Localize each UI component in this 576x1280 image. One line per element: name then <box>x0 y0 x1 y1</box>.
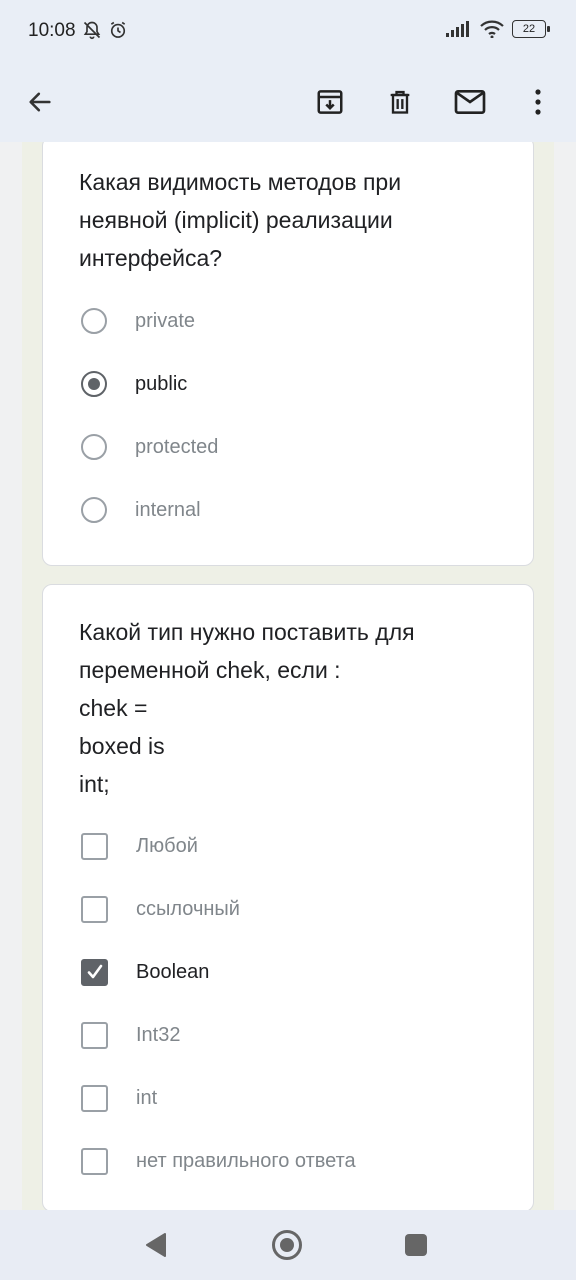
bell-off-icon <box>83 21 101 40</box>
alarm-icon <box>110 21 126 38</box>
checkbox-option-int32[interactable]: Int32 <box>81 1013 180 1057</box>
question-card-2: Какой тип нужно поставить для переменной… <box>42 584 534 1210</box>
nav-back-button[interactable] <box>133 1222 179 1268</box>
back-button[interactable] <box>16 78 64 126</box>
question-card-1: Какая видимость методов при неявной (imp… <box>42 142 534 566</box>
status-right-icons: 22 <box>446 20 550 38</box>
square-recents-icon <box>405 1234 427 1256</box>
checkbox-option-reference[interactable]: ссылочный <box>81 887 240 931</box>
status-time: 10:08 <box>28 20 76 41</box>
arrow-left-icon <box>29 92 51 112</box>
more-options-button[interactable] <box>514 78 562 126</box>
radio-option-internal[interactable]: internal <box>81 488 201 532</box>
battery-indicator: 22 <box>512 20 550 38</box>
mail-button[interactable] <box>446 78 494 126</box>
option-label: private <box>135 309 196 332</box>
signal-icon <box>446 21 469 37</box>
option-label: internal <box>135 498 201 521</box>
checkbox-checked[interactable] <box>81 958 108 986</box>
radio-button[interactable] <box>81 308 107 334</box>
delete-button[interactable] <box>376 78 424 126</box>
circle-home-icon <box>272 1230 302 1260</box>
radio-option-public[interactable]: public <box>81 362 187 406</box>
checkbox-option-boolean[interactable]: Boolean <box>81 950 209 994</box>
wifi-icon <box>480 20 504 38</box>
mail-icon <box>454 90 486 114</box>
radio-button-selected[interactable] <box>81 371 107 397</box>
checkbox[interactable] <box>81 1021 108 1049</box>
option-label: ссылочный <box>136 897 240 920</box>
status-left-icons <box>82 20 128 40</box>
option-label: нет правильного ответа <box>136 1149 356 1172</box>
option-label: int <box>136 1086 158 1109</box>
question-text: Какой тип нужно поставить для переменной… <box>79 619 415 797</box>
delete-icon <box>390 90 410 114</box>
more-vert-icon <box>535 89 541 115</box>
radio-option-protected[interactable]: protected <box>81 425 218 469</box>
checkbox[interactable] <box>81 1084 108 1112</box>
radio-option-private[interactable]: private <box>81 299 195 343</box>
form-content[interactable]: Какая видимость методов при неявной (imp… <box>0 142 576 1210</box>
system-nav-bar <box>0 1210 576 1280</box>
radio-button[interactable] <box>81 497 107 523</box>
checkbox-option-int[interactable]: int <box>81 1076 157 1120</box>
option-label: Int32 <box>136 1023 181 1046</box>
status-bar: 10:08 22 <box>0 0 576 62</box>
option-label: Boolean <box>136 960 210 983</box>
archive-button[interactable] <box>306 78 354 126</box>
option-label: public <box>135 372 188 395</box>
option-label: Любой <box>136 834 198 857</box>
nav-home-button[interactable] <box>264 1222 310 1268</box>
checkmark-icon <box>87 964 102 979</box>
radio-button[interactable] <box>81 434 107 460</box>
checkbox-option-none-correct[interactable]: нет правильного ответа <box>81 1139 356 1183</box>
question-text: Какая видимость методов при неявной (imp… <box>79 169 402 271</box>
app-bar <box>0 62 576 142</box>
checkbox[interactable] <box>81 1147 108 1175</box>
checkbox[interactable] <box>81 832 108 860</box>
checkbox-option-any[interactable]: Любой <box>81 824 198 868</box>
option-label: protected <box>135 435 219 458</box>
checkbox[interactable] <box>81 895 108 923</box>
nav-recents-button[interactable] <box>393 1222 439 1268</box>
archive-icon <box>317 90 343 114</box>
triangle-back-icon <box>146 1233 166 1257</box>
